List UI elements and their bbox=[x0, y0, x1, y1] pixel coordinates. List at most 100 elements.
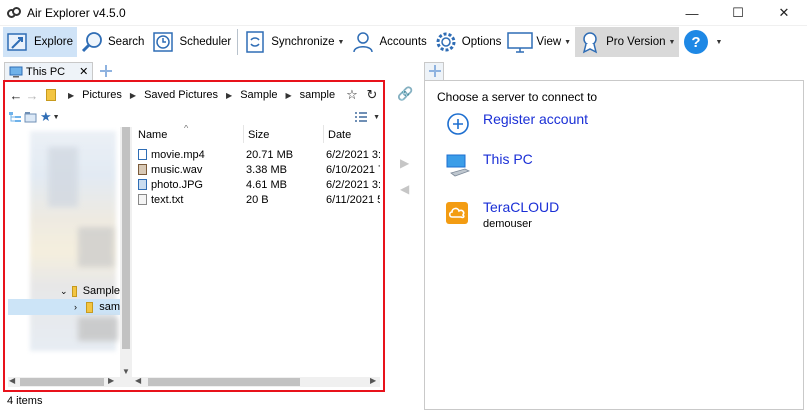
tree-scrollbar-thumb[interactable] bbox=[122, 127, 130, 349]
favorite-star-icon[interactable]: ☆ bbox=[344, 86, 360, 104]
file-row[interactable]: photo.JPG 4.61 MB 6/2/2021 3:3 bbox=[134, 177, 380, 192]
breadcrumb-item[interactable]: Saved Pictures bbox=[144, 89, 218, 101]
computer-tab-icon bbox=[9, 66, 23, 77]
view-button[interactable]: View ▼ bbox=[505, 27, 575, 57]
sub-toolbar: ★ ▼ ▼ bbox=[8, 109, 380, 125]
file-size: 20.71 MB bbox=[246, 148, 294, 161]
file-list: ^ Name Size Date movie.mp4 20.71 MB 6/2/… bbox=[134, 125, 380, 377]
file-row[interactable]: music.wav 3.38 MB 6/10/2021 7 bbox=[134, 162, 380, 177]
explore-icon bbox=[5, 29, 31, 55]
file-row[interactable]: movie.mp4 20.71 MB 6/2/2021 3:3 bbox=[134, 147, 380, 162]
tree-item-selected[interactable]: › sam bbox=[8, 299, 120, 315]
new-folder-icon[interactable] bbox=[24, 111, 38, 123]
list-view-icon[interactable] bbox=[354, 111, 368, 123]
pro-version-label: Pro Version bbox=[606, 36, 666, 48]
options-button[interactable]: Options bbox=[431, 27, 506, 57]
add-tab-left-icon[interactable] bbox=[99, 64, 113, 78]
scroll-right-icon[interactable]: ▶ bbox=[370, 376, 376, 385]
collapse-chevron-icon[interactable]: ⌄ bbox=[60, 286, 68, 297]
server-label: This PC bbox=[483, 151, 533, 167]
scroll-down-icon[interactable]: ▼ bbox=[120, 365, 132, 377]
copy-left-arrow-icon[interactable]: ◀ bbox=[400, 182, 410, 196]
file-date: 6/2/2021 3:3 bbox=[326, 178, 380, 191]
breadcrumb-separator-icon: ▶ bbox=[129, 90, 137, 100]
copy-right-arrow-icon[interactable]: ▶ bbox=[400, 156, 410, 170]
search-button[interactable]: Search bbox=[77, 27, 148, 57]
tree-hscroll-thumb[interactable] bbox=[20, 378, 104, 386]
file-list-header: Name Size Date bbox=[134, 125, 380, 143]
breadcrumb-separator-icon: ▶ bbox=[68, 90, 75, 100]
teracloud-icon bbox=[446, 202, 468, 224]
back-arrow-icon[interactable]: ← bbox=[8, 86, 24, 104]
explore-button[interactable]: Explore bbox=[3, 27, 77, 57]
favorites-dropdown-icon[interactable]: ▼ bbox=[53, 114, 60, 121]
close-tab-icon[interactable]: ✕ bbox=[79, 65, 88, 78]
tab-this-pc[interactable]: This PC ✕ bbox=[4, 62, 94, 80]
tree-view-icon[interactable] bbox=[8, 111, 22, 123]
pro-version-button[interactable]: Pro Version ▼ bbox=[575, 27, 680, 57]
view-dropdown-icon[interactable]: ▼ bbox=[564, 39, 571, 46]
accounts-button[interactable]: Accounts bbox=[348, 27, 430, 57]
scheduler-label: Scheduler bbox=[179, 36, 232, 48]
computer-icon bbox=[446, 154, 471, 177]
scheduler-icon bbox=[150, 29, 176, 55]
file-date: 6/2/2021 3:3 bbox=[326, 148, 380, 161]
file-row[interactable]: text.txt 20 B 6/11/2021 5 bbox=[134, 192, 380, 207]
search-icon bbox=[79, 29, 105, 55]
breadcrumb-separator-icon: ▶ bbox=[226, 90, 233, 100]
files-hscroll-thumb[interactable] bbox=[148, 378, 300, 386]
breadcrumb-item[interactable]: Pictures bbox=[82, 89, 122, 101]
file-size: 4.61 MB bbox=[246, 178, 287, 191]
svg-text:?: ? bbox=[692, 34, 701, 51]
view-mode-dropdown-icon[interactable]: ▼ bbox=[373, 114, 380, 121]
tree-item-label: sam bbox=[99, 301, 120, 313]
file-name: movie.mp4 bbox=[151, 148, 205, 161]
minimize-button[interactable]: — bbox=[669, 0, 715, 26]
file-name: text.txt bbox=[151, 193, 184, 206]
column-header-name[interactable]: Name bbox=[134, 125, 244, 143]
breadcrumb-separator-icon: ▶ bbox=[285, 90, 292, 100]
folder-icon bbox=[86, 301, 94, 313]
text-file-icon bbox=[138, 194, 147, 205]
add-tab-right-icon bbox=[428, 64, 442, 78]
refresh-icon[interactable]: ↻ bbox=[364, 86, 380, 104]
horizontal-scrollbar[interactable]: ◀ ▶ ◀ ▶ bbox=[8, 376, 380, 387]
left-file-pane: ← → ▶ Pictures ▶ Saved Pictures ▶ Sample… bbox=[3, 80, 385, 392]
scroll-right-icon[interactable]: ▶ bbox=[108, 376, 114, 385]
server-this-pc[interactable]: This PC bbox=[445, 151, 533, 177]
pro-version-dropdown-icon[interactable]: ▼ bbox=[669, 39, 676, 46]
scheduler-button[interactable]: Scheduler bbox=[148, 27, 235, 57]
help-button[interactable]: ? ▼ bbox=[679, 27, 726, 57]
tree-item-sample[interactable]: ⌄ Sample bbox=[8, 283, 120, 299]
scroll-left-icon[interactable]: ◀ bbox=[9, 376, 15, 385]
column-header-date[interactable]: Date bbox=[324, 125, 380, 143]
tree-item-label: Sample bbox=[82, 285, 120, 297]
forward-arrow-icon[interactable]: → bbox=[24, 86, 40, 104]
expand-chevron-icon[interactable]: › bbox=[74, 302, 82, 312]
view-label: View bbox=[536, 36, 562, 48]
synchronize-button[interactable]: Synchronize ▼ bbox=[240, 27, 348, 57]
blurred-tree-content bbox=[48, 147, 78, 207]
explore-label: Explore bbox=[34, 36, 73, 48]
favorites-star-icon[interactable]: ★ bbox=[40, 109, 52, 125]
column-header-size[interactable]: Size bbox=[244, 125, 324, 143]
synchronize-dropdown-icon[interactable]: ▼ bbox=[338, 39, 345, 46]
breadcrumb-item[interactable]: Sample bbox=[240, 89, 277, 101]
add-tab-right-button[interactable] bbox=[424, 62, 444, 80]
tree-scrollbar[interactable]: ▼ bbox=[120, 127, 132, 377]
synchronize-label: Synchronize bbox=[271, 36, 335, 48]
server-teracloud[interactable]: TeraCLOUD demouser bbox=[445, 199, 559, 230]
server-register-account[interactable]: Register account bbox=[445, 111, 588, 137]
file-size: 20 B bbox=[246, 193, 269, 206]
app-logo-icon bbox=[7, 6, 21, 20]
scroll-left-icon[interactable]: ◀ bbox=[135, 376, 141, 385]
folder-tree[interactable]: ⌄ Sample › sam bbox=[8, 127, 120, 377]
help-dropdown-icon[interactable]: ▼ bbox=[715, 39, 722, 46]
folder-icon bbox=[71, 285, 77, 297]
breadcrumb-item[interactable]: sample bbox=[300, 89, 335, 101]
plus-circle-icon bbox=[447, 113, 469, 135]
maximize-button[interactable]: ☐ bbox=[715, 0, 761, 26]
close-window-button[interactable]: ✕ bbox=[761, 0, 807, 26]
server-label: Register account bbox=[483, 111, 589, 127]
link-panes-icon[interactable]: 🔗 bbox=[397, 86, 413, 102]
